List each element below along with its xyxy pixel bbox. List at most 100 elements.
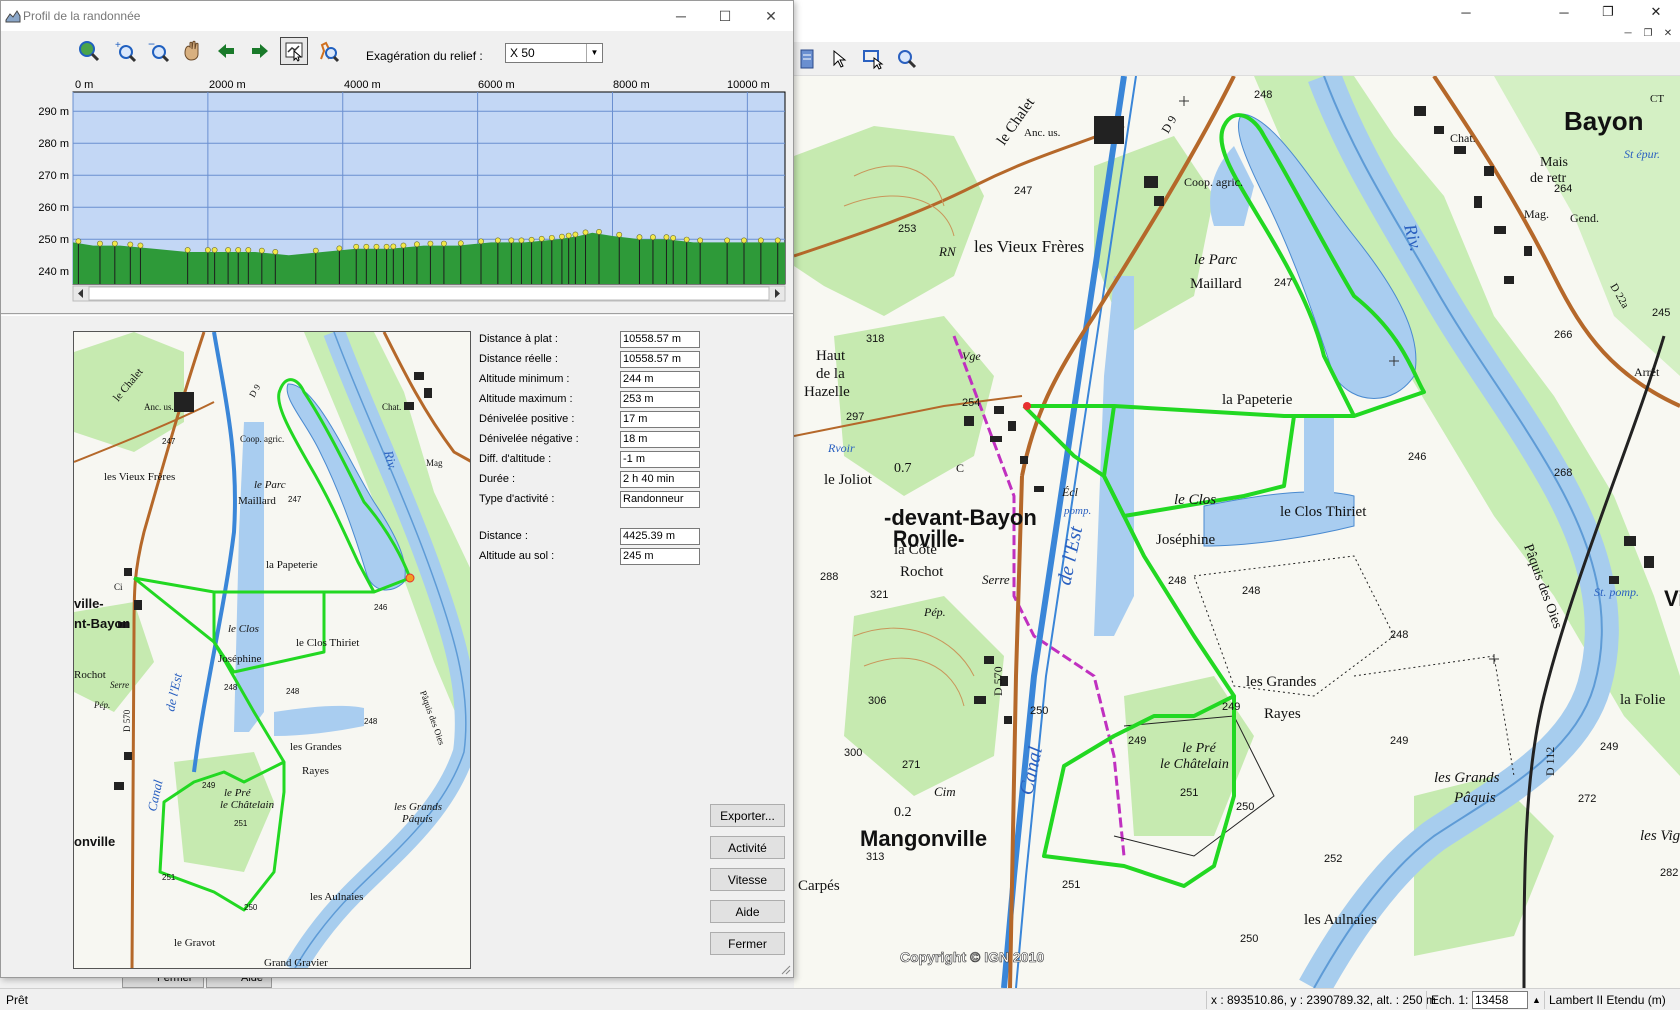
zoom-select-icon[interactable] [894,46,920,72]
dialog-maximize-button[interactable]: ☐ [705,4,745,28]
dialog-minimize-button[interactable]: ─ [661,4,701,28]
waypoint-marker[interactable] [137,242,144,249]
waypoint-marker[interactable] [663,234,670,241]
elevation-profile-chart[interactable]: 0 m 2000 m 4000 m 6000 m 8000 m 10000 m … [31,75,791,307]
elevation-label: 251 [1180,787,1198,799]
document-icon[interactable] [794,46,820,72]
globe-zoom-icon[interactable] [75,37,103,65]
waypoint-marker[interactable] [457,240,464,247]
panel-separator[interactable] [1,313,793,316]
waypoint-marker[interactable] [204,247,211,253]
waypoint-marker[interactable] [650,234,656,241]
stat-label: Dénivelée positive : [479,413,575,425]
scale-input[interactable] [1472,991,1528,1009]
speed-button[interactable]: Vitesse [710,868,785,891]
waypoint-marker[interactable] [596,228,602,235]
main-map-label: Vge [962,349,981,363]
waypoint-marker[interactable] [363,243,370,250]
waypoint-marker[interactable] [383,243,390,250]
waypoint-marker[interactable] [724,237,731,244]
dialog-titlebar[interactable]: Profil de la randonnée ─ ☐ ✕ [1,1,793,31]
waypoint-marker[interactable] [75,238,82,245]
select-rectangle-icon[interactable] [860,46,886,72]
waypoint-marker[interactable] [508,237,515,244]
waypoint-marker[interactable] [757,237,764,244]
mini-map[interactable]: le Chalet Anc. us. les Vieux Frères Coop… [73,331,471,969]
main-map-label: Rochot [900,564,944,580]
help-button[interactable]: Aide [710,900,785,923]
waypoint-marker[interactable] [400,242,407,249]
waypoint-marker[interactable] [683,236,690,243]
waypoint-marker[interactable] [211,247,218,253]
zoom-out-icon[interactable]: − [144,37,172,65]
arrow-right-icon[interactable] [246,37,274,65]
waypoint-marker[interactable] [741,237,747,244]
app-minimize-button[interactable]: ─ [1446,0,1486,24]
arrow-left-icon[interactable] [212,37,240,65]
mini-map-label: Anc. us. [144,402,174,412]
waypoint-marker[interactable] [478,238,484,245]
waypoint-marker[interactable] [97,240,103,247]
mini-map-label: Rayes [302,765,329,777]
mini-map-label: le Pré [224,787,252,799]
scale-spin-icon[interactable]: ▲ [1528,991,1545,1009]
waypoint-marker[interactable] [582,229,589,236]
y-tick-label: 280 m [38,138,69,150]
mini-map-label: Mag [426,458,443,468]
waypoint-marker[interactable] [518,237,525,244]
profile-select-icon[interactable] [280,37,308,65]
waypoint-marker[interactable] [127,241,134,248]
waypoint-marker[interactable] [245,247,252,253]
waypoint-marker[interactable] [353,243,360,250]
waypoint-marker[interactable] [616,231,623,238]
export-button[interactable]: Exporter... [710,804,785,827]
waypoint-marker[interactable] [312,247,319,254]
main-map-label: Chat. [1450,131,1476,145]
waypoint-marker[interactable] [414,241,420,248]
elevation-label: 321 [870,589,888,601]
waypoint-marker[interactable] [336,245,343,252]
resize-grip-icon[interactable] [779,963,791,975]
relief-exaggeration-select[interactable]: X 50 ▼ [505,43,603,63]
waypoint-marker[interactable] [427,240,434,247]
waypoint-marker[interactable] [441,240,447,247]
app-restore-button[interactable] [794,0,834,24]
app-restore-button-2[interactable]: ❐ [1588,0,1628,24]
chevron-down-icon[interactable]: ▼ [586,44,602,62]
waypoint-marker[interactable] [538,235,545,242]
hiker-zoom-icon[interactable] [314,37,342,65]
close-button[interactable]: Fermer [710,932,785,955]
waypoint-marker[interactable] [258,247,265,254]
app-close-button[interactable]: ✕ [1636,0,1676,24]
waypoint-marker[interactable] [494,237,501,244]
pointer-icon[interactable] [826,46,852,72]
waypoint-marker[interactable] [559,233,565,240]
mdi-close-button[interactable]: ✕ [1660,26,1676,40]
mdi-restore-button[interactable]: ❐ [1640,26,1656,40]
profile-scrollbar-thumb[interactable] [88,286,770,301]
waypoint-marker[interactable] [774,237,781,244]
main-map[interactable]: le Chalet Anc. us. Coop. agric. les Vieu… [794,76,1680,988]
waypoint-marker[interactable] [636,234,643,241]
waypoint-marker[interactable] [697,237,704,244]
elevation-label: 247 [288,495,302,504]
waypoint-marker[interactable] [670,235,677,241]
waypoint-marker[interactable] [373,243,380,250]
zoom-in-icon[interactable]: + [111,37,139,65]
waypoint-marker[interactable] [225,247,232,253]
waypoint-marker[interactable] [235,247,242,253]
mdi-minimize-button[interactable]: ─ [1620,26,1636,40]
dialog-close-button[interactable]: ✕ [751,4,791,28]
waypoint-marker[interactable] [272,249,279,255]
waypoint-marker[interactable] [528,236,535,243]
activity-button[interactable]: Activité [710,836,785,859]
waypoint-marker[interactable] [548,234,555,241]
waypoint-marker[interactable] [111,240,118,247]
waypoint-marker[interactable] [565,232,572,239]
waypoint-marker[interactable] [390,243,397,250]
waypoint-marker[interactable] [572,231,579,238]
app-minimize-button-2[interactable]: ─ [1544,0,1584,24]
waypoint-marker[interactable] [184,247,191,253]
pan-hand-icon[interactable] [178,37,206,65]
scale-label: Ech. 1: [1426,991,1472,1009]
